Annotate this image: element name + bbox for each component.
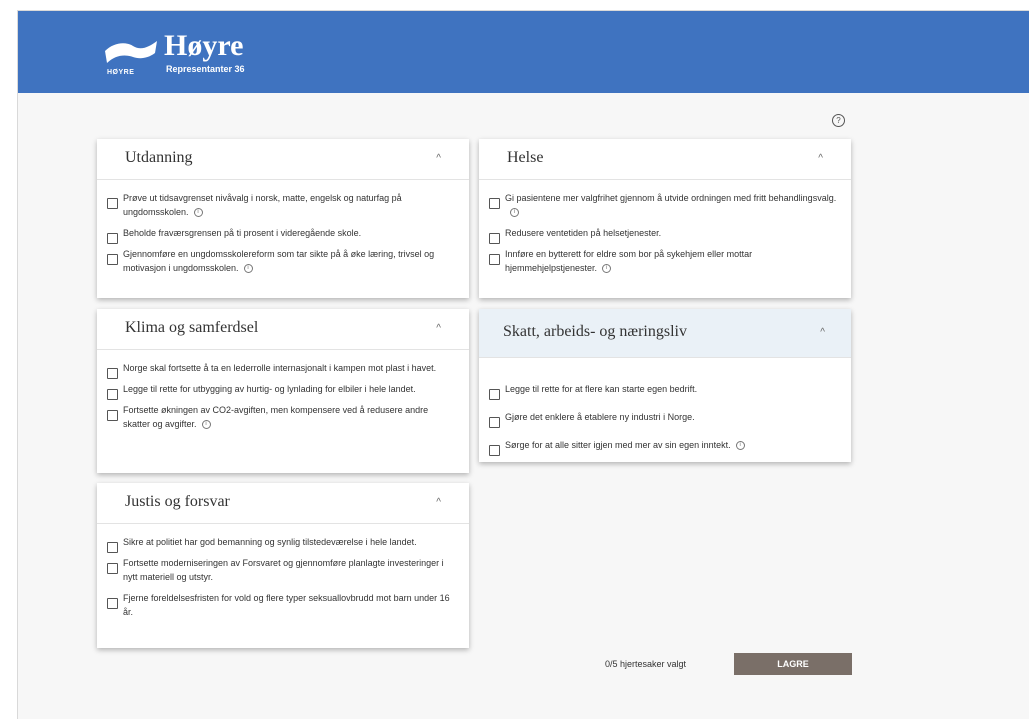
card-items: Prøve ut tidsavgrenset nivåvalg i norsk,… [97,180,469,275]
checkbox[interactable] [107,542,118,553]
checkbox-label: Sikre at politiet har god bemanning og s… [123,537,417,547]
logo-wordmark: HØYRE [107,69,135,76]
checkbox[interactable] [107,389,118,400]
save-button[interactable]: LAGRE [734,653,852,675]
checkbox-item[interactable]: Norge skal fortsette å ta en lederrolle … [97,361,469,379]
checkbox[interactable] [489,445,500,456]
checkbox-label: Fortsette økningen av CO2-avgiften, men … [123,405,429,429]
checkbox-item[interactable]: Legge til rette for at flere kan starte … [479,382,851,400]
chevron-up-icon[interactable]: ^ [818,153,823,164]
card-klima: Klima og samferdsel ^ Norge skal fortset… [97,309,469,473]
selection-counter: 0/5 hjertesaker valgt [605,659,687,669]
info-icon[interactable]: i [735,441,745,451]
checkbox-label: Beholde fraværsgrensen på ti prosent i v… [123,228,362,238]
checkbox-item[interactable]: Gjennomføre en ungdomsskolereform som ta… [97,247,469,275]
checkbox[interactable] [107,198,118,209]
hoyre-logo-icon [105,41,157,63]
checkbox[interactable] [489,198,500,209]
card-items: Norge skal fortsette å ta en lederrolle … [97,350,469,431]
card-skatt: Skatt, arbeids- og næringsliv ^ Legge ti… [479,309,851,462]
checkbox[interactable] [107,254,118,265]
chevron-up-icon[interactable]: ^ [436,323,441,334]
checkbox[interactable] [107,368,118,379]
checkbox[interactable] [107,598,118,609]
checkbox-item[interactable]: Prøve ut tidsavgrenset nivåvalg i norsk,… [97,191,469,219]
brand-name: Høyre [164,29,244,62]
header: HØYRE Høyre Representanter 36 [18,11,1029,93]
checkbox-label: Legge til rette for utbygging av hurtig-… [123,384,416,394]
checkbox-label: Prøve ut tidsavgrenset nivåvalg i norsk,… [123,193,402,217]
checkbox-label: Norge skal fortsette å ta en lederrolle … [123,363,437,373]
card-header-utdanning[interactable]: Utdanning ^ [97,139,469,180]
card-title: Klima og samferdsel [125,319,259,336]
checkbox-label: Gjennomføre en ungdomsskolereform som ta… [123,249,435,273]
card-utdanning: Utdanning ^ Prøve ut tidsavgrenset nivåv… [97,139,469,298]
checkbox-item[interactable]: Redusere ventetiden på helsetjenester. [479,226,851,244]
card-header-helse[interactable]: Helse ^ [479,139,851,180]
hoyre-logo: HØYRE Høyre Representanter 36 [103,29,303,79]
card-justis: Justis og forsvar ^ Sikre at politiet ha… [97,483,469,648]
checkbox-label: Legge til rette for at flere kan starte … [505,384,698,394]
checkbox-label: Sørge for at alle sitter igjen med mer a… [505,440,731,450]
info-icon[interactable]: i [201,420,211,430]
checkbox-label: Fjerne foreldelsesfristen for vold og fl… [123,593,450,617]
info-icon[interactable]: i [243,264,253,274]
card-helse: Helse ^ Gi pasientene mer valgfrihet gje… [479,139,851,298]
info-icon[interactable]: i [193,208,203,218]
checkbox-item[interactable]: Beholde fraværsgrensen på ti prosent i v… [97,226,469,244]
page-frame: HØYRE Høyre Representanter 36 ? Utdannin… [17,10,1029,719]
card-items: Sikre at politiet har god bemanning og s… [97,524,469,619]
checkbox-label: Redusere ventetiden på helsetjenester. [505,228,662,238]
checkbox-item[interactable]: Legge til rette for utbygging av hurtig-… [97,382,469,400]
card-header-klima[interactable]: Klima og samferdsel ^ [97,309,469,350]
checkbox[interactable] [489,389,500,400]
info-icon[interactable]: i [602,264,612,274]
card-title: Helse [507,149,544,166]
checkbox-item[interactable]: Gjøre det enklere å etablere ny industri… [479,410,851,428]
checkbox[interactable] [107,233,118,244]
checkbox-label: Gi pasientene mer valgfrihet gjennom å u… [505,193,837,203]
checkbox-label: Fortsette moderniseringen av Forsvaret o… [123,558,444,582]
card-title: Justis og forsvar [125,493,230,510]
chevron-up-icon[interactable]: ^ [436,497,441,508]
checkbox-label: Gjøre det enklere å etablere ny industri… [505,412,695,422]
checkbox-item[interactable]: Sikre at politiet har god bemanning og s… [97,535,469,553]
card-title: Utdanning [125,149,193,166]
checkbox-item[interactable]: Sørge for at alle sitter igjen med mer a… [479,438,851,456]
checkbox-item[interactable]: Fortsette moderniseringen av Forsvaret o… [97,556,469,584]
checkbox[interactable] [107,410,118,421]
checkbox-item[interactable]: Fjerne foreldelsesfristen for vold og fl… [97,591,469,619]
card-title: Skatt, arbeids- og næringsliv [503,323,687,340]
checkbox-label: Innføre en bytterett for eldre som bor p… [505,249,753,273]
checkbox[interactable] [489,417,500,428]
card-header-justis[interactable]: Justis og forsvar ^ [97,483,469,524]
checkbox-item[interactable]: Innføre en bytterett for eldre som bor p… [479,247,851,275]
checkbox[interactable] [107,563,118,574]
brand-subtitle: Representanter 36 [166,64,245,74]
chevron-up-icon[interactable]: ^ [436,153,441,164]
card-items: Legge til rette for at flere kan starte … [479,358,851,456]
checkbox[interactable] [489,254,500,265]
checkbox-item[interactable]: Gi pasientene mer valgfrihet gjennom å u… [479,191,851,219]
card-items: Gi pasientene mer valgfrihet gjennom å u… [479,180,851,275]
checkbox-item[interactable]: Fortsette økningen av CO2-avgiften, men … [97,403,469,431]
chevron-up-icon[interactable]: ^ [820,327,825,338]
checkbox[interactable] [489,233,500,244]
card-header-skatt[interactable]: Skatt, arbeids- og næringsliv ^ [479,309,851,358]
help-icon[interactable]: ? [832,114,845,127]
info-icon[interactable]: i [510,208,519,218]
